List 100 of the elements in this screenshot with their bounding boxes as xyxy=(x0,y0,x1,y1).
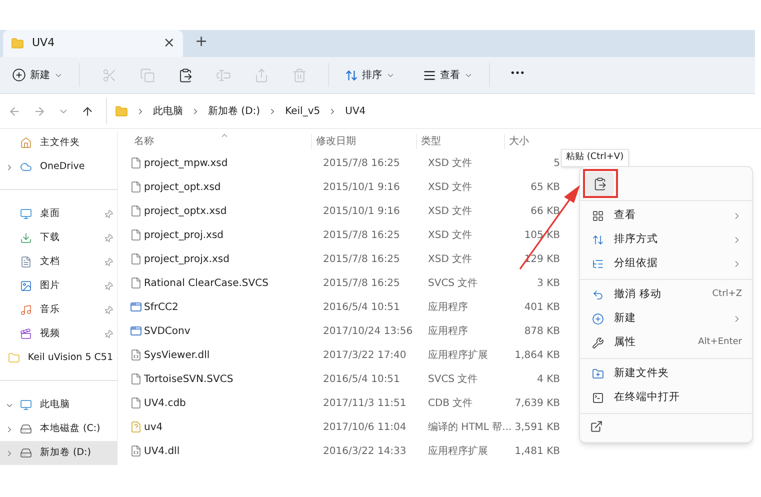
tooltip: 粘贴 (Ctrl+V) xyxy=(561,149,629,167)
size-cell-text: 65 KB xyxy=(530,180,560,194)
sidebar-item[interactable]: 音乐 xyxy=(0,298,117,322)
file-name[interactable]: project_optx.xsd xyxy=(144,204,319,218)
breadcrumb-item[interactable]: 此电脑 xyxy=(153,104,183,118)
sidebar-item[interactable]: 图片 xyxy=(0,274,117,298)
menu-item[interactable]: 新建 xyxy=(580,307,752,331)
size-cell-text: 3 KB xyxy=(536,276,560,290)
sidebar-item[interactable]: 下载 xyxy=(0,226,117,250)
sidebar-label: 音乐 xyxy=(40,302,61,317)
date-cell-text: 2015/10/1 9:16 xyxy=(322,204,401,218)
size-cell-text: 7,639 KB xyxy=(514,396,560,410)
type-cell-text: SVCS 文件 xyxy=(427,276,479,290)
date-cell-text: 2016/5/4 10:51 xyxy=(322,372,401,386)
date-cell-text: 2017/3/22 17:40 xyxy=(322,348,408,362)
file-name[interactable]: project_opt.xsd xyxy=(144,180,319,194)
folder-icon xyxy=(115,104,128,118)
sidebar-item[interactable]: OneDrive xyxy=(0,155,117,179)
new-button[interactable]: 新建 xyxy=(8,61,67,89)
sidebar-item[interactable]: 桌面 xyxy=(0,202,117,226)
breadcrumb-item[interactable]: Keil_v5 xyxy=(285,104,320,118)
file-name[interactable]: SfrCC2 xyxy=(144,300,319,314)
sidebar-item[interactable]: 主文件夹 xyxy=(0,131,117,155)
file-name[interactable]: UV4.dll xyxy=(144,444,319,458)
paste-button[interactable] xyxy=(586,172,614,196)
file-name[interactable]: Rational ClearCase.SVCS xyxy=(144,276,319,290)
file-name[interactable]: project_mpw.xsd xyxy=(144,156,319,170)
forward-icon[interactable] xyxy=(33,104,46,118)
date-cell-text: 2015/7/8 16:25 xyxy=(322,156,401,170)
download-icon xyxy=(18,230,34,246)
date-cell-text: 2017/11/3 11:51 xyxy=(322,396,408,410)
size-cell-text: 5 xyxy=(552,156,560,170)
new-tab-button[interactable]: + xyxy=(195,30,208,52)
column-header[interactable]: 名称 xyxy=(126,134,311,148)
sidebar-item[interactable]: 此电脑 xyxy=(0,393,117,417)
menu-item[interactable]: 撤消 移动 Ctrl+Z xyxy=(580,283,752,307)
scissors-icon xyxy=(100,66,118,84)
size-cell-text: 1,864 KB xyxy=(514,348,560,362)
shortcut-label: Ctrl+Z xyxy=(712,288,742,302)
column-header[interactable]: 大小 xyxy=(504,134,559,148)
date-cell-text: 2015/7/8 16:25 xyxy=(322,252,401,266)
type-cell-text: CDB 文件 xyxy=(427,396,474,410)
sidebar-item[interactable]: 新加卷 (D:) xyxy=(0,441,117,465)
breadcrumb-item[interactable]: 新加卷 (D:) xyxy=(208,104,260,118)
sidebar-label: 此电脑 xyxy=(40,398,71,412)
trash-icon xyxy=(290,66,308,84)
type-cell-text: 应用程序扩展 xyxy=(427,444,489,458)
file-name[interactable]: project_proj.xsd xyxy=(144,228,319,242)
sidebar-label: 新加卷 (D:) xyxy=(40,446,92,460)
sidebar-item[interactable]: 本地磁盘 (C:) xyxy=(0,417,117,441)
close-button[interactable]: × xyxy=(163,33,175,54)
file-name[interactable]: project_projx.xsd xyxy=(144,252,319,266)
menu-item[interactable]: 分组依据 xyxy=(580,252,752,276)
menu-item[interactable]: 查看 xyxy=(580,204,752,228)
type-cell-text: XSD 文件 xyxy=(427,228,474,242)
more-options-icon[interactable] xyxy=(590,420,603,433)
sidebar-item[interactable]: 视频 xyxy=(0,322,117,346)
computer-icon xyxy=(18,397,34,413)
terminal-icon xyxy=(590,390,606,406)
up-icon[interactable] xyxy=(81,104,94,118)
plus-icon xyxy=(12,68,26,82)
sidebar-label: 视频 xyxy=(40,326,61,341)
file-name[interactable]: uv4 xyxy=(144,420,319,434)
type-cell-text: 应用程序 xyxy=(427,300,469,314)
type-cell-text: XSD 文件 xyxy=(427,204,474,218)
file-name[interactable]: SVDConv xyxy=(144,324,319,338)
sidebar-label: 本地磁盘 (C:) xyxy=(40,422,102,436)
menu-item[interactable]: 在终端中打开 xyxy=(580,386,752,410)
type-cell-text: 应用程序扩展 xyxy=(427,348,489,362)
tab[interactable]: UV4 × xyxy=(3,30,183,57)
more-button[interactable]: ••• xyxy=(502,61,533,89)
sidebar-label: OneDrive xyxy=(40,160,86,174)
column-header[interactable]: 类型 xyxy=(416,134,504,148)
sidebar-label: 图片 xyxy=(40,278,61,293)
sort-button[interactable]: 排序 xyxy=(341,61,399,89)
address-bar[interactable]: 此电脑 新加卷 (D:) Keil_v5 UV4 xyxy=(106,98,753,124)
breadcrumb-item[interactable]: UV4 xyxy=(345,104,366,118)
chevron-icon xyxy=(191,106,200,116)
tab-title: UV4 xyxy=(32,35,56,52)
file-name[interactable]: TortoiseSVN.SVCS xyxy=(144,372,319,386)
column-header[interactable]: 修改日期 xyxy=(311,134,416,148)
view-button[interactable]: 查看 xyxy=(419,61,477,89)
size-cell-text: 3,591 KB xyxy=(514,420,560,434)
plus-icon xyxy=(590,311,606,327)
grid-icon xyxy=(590,208,606,224)
date-cell-text: 2017/10/24 13:56 xyxy=(322,324,414,338)
sidebar-item[interactable]: 文档 xyxy=(0,250,117,274)
back-icon[interactable] xyxy=(8,104,21,118)
type-cell-text: XSD 文件 xyxy=(427,252,474,266)
video-icon xyxy=(18,326,34,342)
sidebar-item[interactable]: Keil uVision 5 C51 xyxy=(0,346,117,370)
file-name[interactable]: UV4.cdb xyxy=(144,396,319,410)
sidebar-label: 下载 xyxy=(40,230,61,245)
menu-item[interactable]: 排序方式 xyxy=(580,228,752,252)
size-cell-text: 66 KB xyxy=(530,204,560,218)
file-name[interactable]: SysViewer.dll xyxy=(144,348,319,362)
menu-item[interactable]: 属性 Alt+Enter xyxy=(580,331,752,355)
wrench-icon xyxy=(590,335,606,351)
menu-item[interactable]: 新建文件夹 xyxy=(580,362,752,386)
shortcut-label: Alt+Enter xyxy=(698,336,742,350)
